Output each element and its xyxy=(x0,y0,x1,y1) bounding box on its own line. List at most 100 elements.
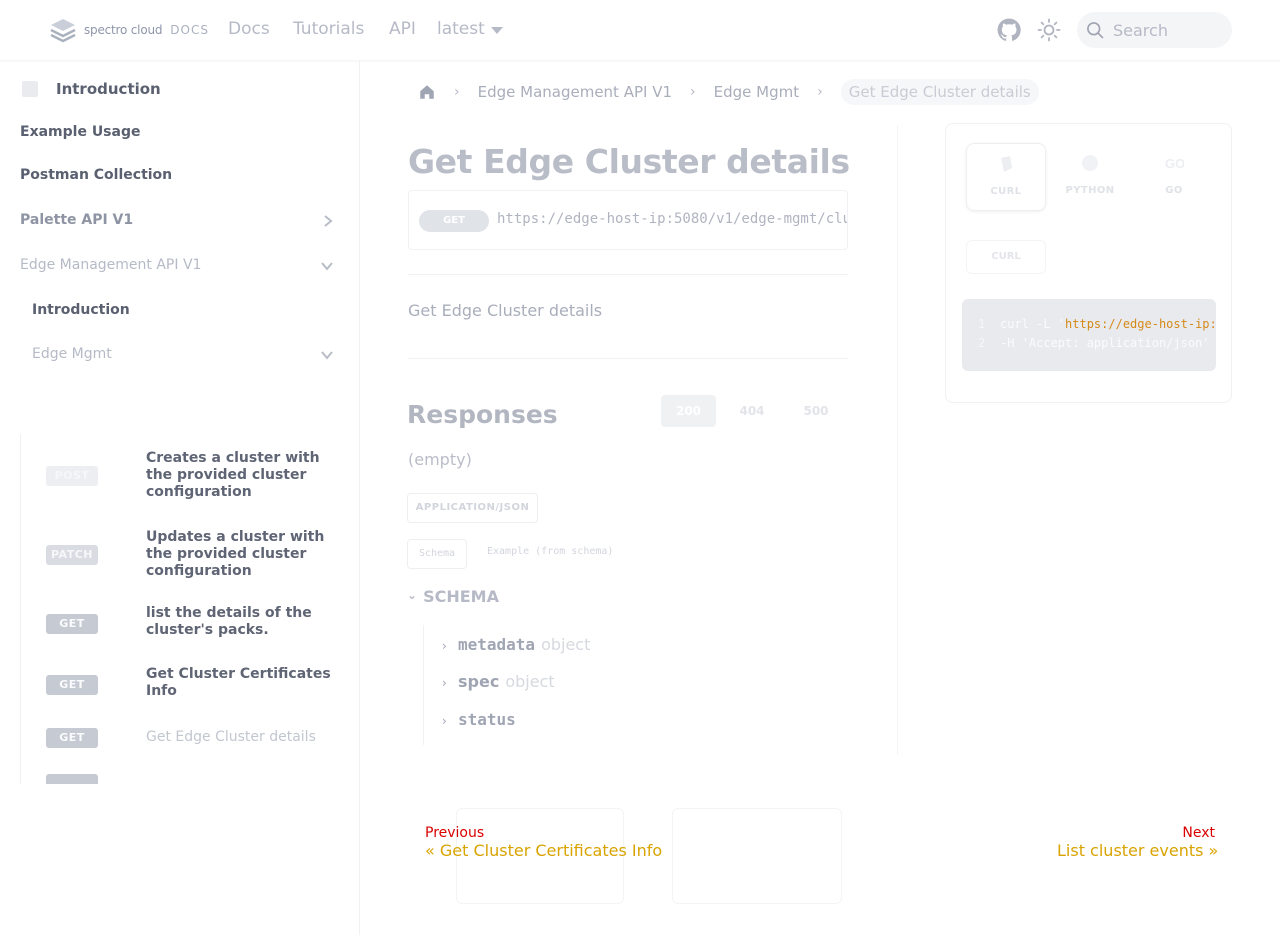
pager-next[interactable]: Next List cluster events » xyxy=(1057,825,1219,861)
endpoint-box: GET https://edge-host-ip:5080/v1/edge-mg… xyxy=(408,190,848,250)
search-box[interactable]: Search xyxy=(1077,12,1232,48)
chevron-right-icon: › xyxy=(442,639,447,653)
schema-heading: SCHEMA xyxy=(423,587,499,606)
pager-previous[interactable]: Previous « Get Cluster Certificates Info xyxy=(425,825,662,861)
divider xyxy=(408,274,848,275)
endpoint-url[interactable]: https://edge-host-ip:5080/v1/edge-mgmt/c… xyxy=(497,211,847,227)
pager-previous-title: « Get Cluster Certificates Info xyxy=(425,841,663,860)
chevron-right-icon: › xyxy=(442,676,447,690)
tab-curl-variant[interactable]: CURL xyxy=(966,240,1046,274)
language-tabs: CURL PYTHON GO GO xyxy=(966,143,1214,211)
method-badge-patch: PATCH xyxy=(46,545,98,565)
property-type: object xyxy=(541,635,591,654)
navbar: spectro cloud DOCS Docs Tutorials API la… xyxy=(0,0,1280,60)
sidebar-item-palette-api[interactable]: Palette API V1 xyxy=(20,212,133,228)
method-badge-post: POST xyxy=(46,466,98,486)
method-badge-get: GET xyxy=(46,675,98,695)
chevron-down-icon: ⌄ xyxy=(407,587,418,602)
theme-toggle-sun-icon[interactable] xyxy=(1037,18,1061,42)
breadcrumb-separator: › xyxy=(454,84,460,100)
curl-icon xyxy=(1001,156,1012,172)
tab-example[interactable]: Example (from schema) xyxy=(487,546,613,557)
code-text: -H 'Accept: application/json' xyxy=(1000,336,1210,350)
code-line: 2 -H 'Accept: application/json' xyxy=(978,334,1216,353)
logo-docs-label: DOCS xyxy=(170,23,209,37)
method-badge-get: GET xyxy=(419,210,489,232)
schema-property[interactable]: › spec object xyxy=(442,672,555,691)
code-text: curl -L ' xyxy=(1000,317,1066,331)
line-number: 1 xyxy=(978,317,986,331)
status-tabs: 200 404 500 xyxy=(661,395,848,427)
property-name: metadata xyxy=(458,635,536,654)
sidebar-item-edge-introduction[interactable]: Introduction xyxy=(32,302,130,318)
chevron-right-icon[interactable] xyxy=(321,214,335,228)
tab-lang-go[interactable]: GO GO xyxy=(1134,143,1214,211)
sidebar-item-introduction[interactable]: Introduction xyxy=(56,80,161,98)
version-label: latest xyxy=(437,19,485,39)
chevron-down-icon[interactable] xyxy=(320,259,334,273)
endpoint-description: Get Edge Cluster details xyxy=(408,301,603,320)
tab-lang-python[interactable]: PYTHON xyxy=(1050,143,1130,211)
tab-status-404[interactable]: 404 xyxy=(720,395,784,427)
line-number: 2 xyxy=(978,336,986,350)
sidebar-item-postman-collection[interactable]: Postman Collection xyxy=(20,167,172,183)
nav-link-tutorials[interactable]: Tutorials xyxy=(293,19,364,39)
lang-label: CURL xyxy=(990,186,1022,197)
endpoint-label: Updates a cluster with the provided clus… xyxy=(146,529,325,579)
sidebar-item-example-usage[interactable]: Example Usage xyxy=(20,124,140,140)
breadcrumb-item[interactable]: Edge Management API V1 xyxy=(478,83,672,101)
code-sample-panel: CURL PYTHON GO GO CURL 1 curl -L 'https:/… xyxy=(945,123,1232,403)
endpoint-label: list the details of the cluster's packs. xyxy=(146,605,312,638)
tab-schema[interactable]: Schema xyxy=(407,539,467,569)
responses-heading: Responses xyxy=(407,400,558,429)
github-icon[interactable] xyxy=(996,17,1022,43)
schema-property[interactable]: › status xyxy=(442,710,522,729)
tab-status-500[interactable]: 500 xyxy=(784,395,848,427)
divider xyxy=(408,358,848,359)
property-type: object xyxy=(505,672,555,691)
lang-label: GO xyxy=(1165,185,1183,196)
pager-next-title: List cluster events » xyxy=(1057,841,1219,860)
code-line: 1 curl -L 'https://edge-host-ip:5080/v1/e… xyxy=(978,315,1216,334)
sidebar: Introduction Example Usage Postman Colle… xyxy=(0,60,360,935)
python-icon xyxy=(1082,155,1098,171)
tab-status-200[interactable]: 200 xyxy=(661,395,716,427)
code-block[interactable]: 1 curl -L 'https://edge-host-ip:5080/v1/e… xyxy=(962,299,1216,371)
pager-previous-sublabel: Previous xyxy=(425,825,485,841)
column-divider xyxy=(897,125,898,755)
property-name: spec xyxy=(458,672,500,691)
schema-property[interactable]: › metadata object xyxy=(442,635,590,654)
search-icon xyxy=(1087,22,1104,39)
sidebar-item-edge-mgmt[interactable]: Edge Mgmt xyxy=(32,346,112,362)
search-placeholder: Search xyxy=(1113,20,1168,40)
schema-toggle[interactable]: ⌄ SCHEMA xyxy=(407,587,499,606)
chevron-down-icon[interactable] xyxy=(320,348,334,362)
breadcrumb-separator: › xyxy=(817,84,823,100)
code-url: https://edge-host-ip:5080/v1/edge-mgmt/c… xyxy=(1065,317,1216,331)
nav-link-docs[interactable]: Docs xyxy=(228,19,270,39)
svg-text:GO: GO xyxy=(1165,156,1184,171)
breadcrumb-item-current: Get Edge Cluster details xyxy=(840,79,1039,105)
logo-wordmark: spectro cloud xyxy=(84,23,163,37)
page-title: Get Edge Cluster details xyxy=(408,142,850,181)
tab-lang-curl[interactable]: CURL xyxy=(966,143,1046,211)
breadcrumb-item[interactable]: Edge Mgmt xyxy=(714,83,799,101)
endpoint-label: Get Edge Cluster details xyxy=(146,729,316,745)
sidebar-item-edge-management-api[interactable]: Edge Management API V1 xyxy=(20,257,201,273)
method-badge-partial xyxy=(46,774,98,784)
spectro-cloud-logo-icon xyxy=(50,19,76,43)
response-empty-label: (empty) xyxy=(408,450,472,469)
property-name: status xyxy=(458,710,516,729)
version-dropdown[interactable]: latest xyxy=(437,19,503,39)
chevron-right-icon: › xyxy=(442,714,447,728)
endpoint-label: Creates a cluster with the provided clus… xyxy=(146,450,320,500)
home-icon[interactable] xyxy=(418,83,436,101)
pager-next-card[interactable] xyxy=(672,808,842,904)
nav-link-api[interactable]: API xyxy=(389,19,416,39)
endpoint-label: Get Cluster Certificates Info xyxy=(146,666,331,699)
method-badge-get: GET xyxy=(46,614,98,634)
lang-label: PYTHON xyxy=(1065,185,1115,196)
logo[interactable]: spectro cloud DOCS xyxy=(48,16,209,44)
mime-type-tab[interactable]: APPLICATION/JSON xyxy=(407,493,538,523)
breadcrumb-separator: › xyxy=(690,84,696,100)
